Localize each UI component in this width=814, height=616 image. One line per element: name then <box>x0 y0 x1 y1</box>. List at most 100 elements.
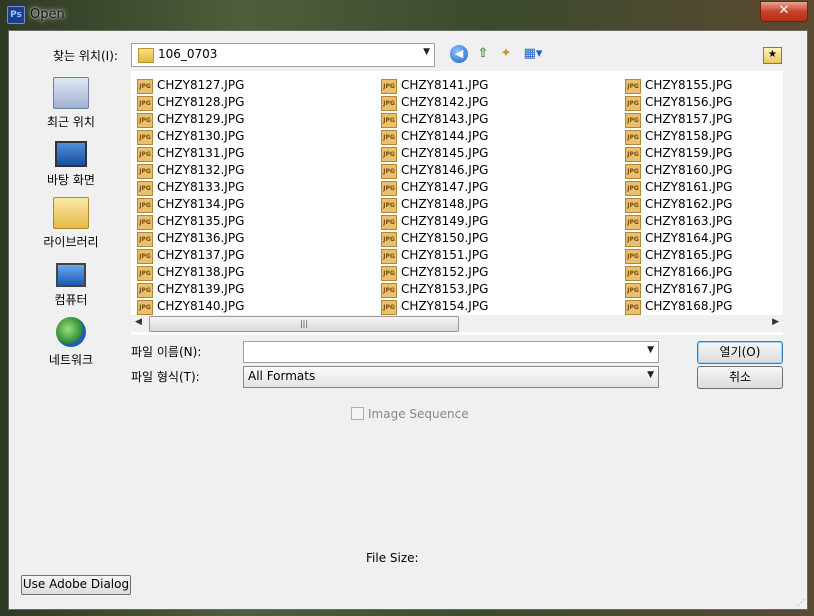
view-menu-icon[interactable]: ▦▾ <box>521 45 545 63</box>
jpg-file-icon: JPG <box>137 96 153 111</box>
jpg-file-icon: JPG <box>625 164 641 179</box>
jpg-file-icon: JPG <box>625 96 641 111</box>
image-sequence-label: Image Sequence <box>368 407 469 421</box>
place-network[interactable]: 네트워크 <box>19 317 123 368</box>
file-name-input[interactable]: ▼ <box>243 341 659 363</box>
file-item[interactable]: JPG CHZY8149.JPG <box>379 213 488 230</box>
file-item[interactable]: JPG CHZY8150.JPG <box>379 230 488 247</box>
file-item[interactable]: JPG CHZY8147.JPG <box>379 179 488 196</box>
horizontal-scrollbar[interactable]: ◀ ||| ▶ <box>131 315 783 332</box>
file-item[interactable]: JPG CHZY8158.JPG <box>623 128 732 145</box>
file-item[interactable]: JPG CHZY8156.JPG <box>623 94 732 111</box>
title-bar[interactable]: Ps Open ✕ <box>0 0 814 30</box>
file-item[interactable]: JPG CHZY8136.JPG <box>135 230 244 247</box>
file-item[interactable]: JPG CHZY8148.JPG <box>379 196 488 213</box>
file-name: CHZY8156.JPG <box>645 95 733 109</box>
file-item[interactable]: JPG CHZY8168.JPG <box>623 298 732 315</box>
place-label: 네트워크 <box>48 353 94 367</box>
chevron-down-icon[interactable]: ▼ <box>423 47 430 57</box>
resize-grip-icon[interactable]: ⋰ <box>797 598 805 607</box>
open-button[interactable]: 열기(O) <box>697 341 783 364</box>
back-icon[interactable]: ◀ <box>450 45 468 63</box>
file-name: CHZY8142.JPG <box>401 95 489 109</box>
file-item[interactable]: JPG CHZY8141.JPG <box>379 77 488 94</box>
file-item[interactable]: JPG CHZY8140.JPG <box>135 298 244 315</box>
place-label: 컴퓨터 <box>54 293 88 307</box>
file-item[interactable]: JPG CHZY8130.JPG <box>135 128 244 145</box>
use-adobe-dialog-button[interactable]: Use Adobe Dialog <box>21 575 131 595</box>
place-desktop[interactable]: 바탕 화면 <box>19 137 123 188</box>
file-item[interactable]: JPG CHZY8127.JPG <box>135 77 244 94</box>
file-item[interactable]: JPG CHZY8134.JPG <box>135 196 244 213</box>
file-item[interactable]: JPG CHZY8151.JPG <box>379 247 488 264</box>
file-item[interactable]: JPG CHZY8154.JPG <box>379 298 488 315</box>
up-folder-icon[interactable]: ⇧ <box>474 45 492 63</box>
jpg-file-icon: JPG <box>625 181 641 196</box>
jpg-file-icon: JPG <box>381 96 397 111</box>
file-item[interactable]: JPG CHZY8166.JPG <box>623 264 732 281</box>
file-name: CHZY8152.JPG <box>401 265 489 279</box>
new-folder-icon[interactable]: ✦ <box>497 45 515 63</box>
adobe-folder-icon[interactable]: ★ <box>763 47 782 64</box>
scroll-thumb[interactable]: ||| <box>149 316 459 332</box>
file-item[interactable]: JPG CHZY8132.JPG <box>135 162 244 179</box>
place-label: 최근 위치 <box>47 115 95 129</box>
file-item[interactable]: JPG CHZY8164.JPG <box>623 230 732 247</box>
file-item[interactable]: JPG CHZY8167.JPG <box>623 281 732 298</box>
jpg-file-icon: JPG <box>381 249 397 264</box>
jpg-file-icon: JPG <box>137 232 153 247</box>
file-name: CHZY8150.JPG <box>401 231 489 245</box>
file-item[interactable]: JPG CHZY8139.JPG <box>135 281 244 298</box>
file-item[interactable]: JPG CHZY8159.JPG <box>623 145 732 162</box>
scroll-right-icon[interactable]: ▶ <box>772 317 779 327</box>
file-item[interactable]: JPG CHZY8161.JPG <box>623 179 732 196</box>
file-item[interactable]: JPG CHZY8138.JPG <box>135 264 244 281</box>
file-item[interactable]: JPG CHZY8146.JPG <box>379 162 488 179</box>
file-name: CHZY8168.JPG <box>645 299 733 313</box>
folder-icon <box>138 48 154 63</box>
file-item[interactable]: JPG CHZY8163.JPG <box>623 213 732 230</box>
file-column-2: JPG CHZY8141.JPG JPG CHZY8142.JPG JPG CHZY814… <box>379 77 488 315</box>
file-item[interactable]: JPG CHZY8160.JPG <box>623 162 732 179</box>
chevron-down-icon[interactable]: ▼ <box>647 345 654 355</box>
file-item[interactable]: JPG CHZY8153.JPG <box>379 281 488 298</box>
file-item[interactable]: JPG CHZY8144.JPG <box>379 128 488 145</box>
file-name: CHZY8158.JPG <box>645 129 733 143</box>
recent-places-icon <box>53 77 89 109</box>
scroll-left-icon[interactable]: ◀ <box>135 317 142 327</box>
file-item[interactable]: JPG CHZY8128.JPG <box>135 94 244 111</box>
place-recent[interactable]: 최근 위치 <box>19 77 123 130</box>
file-type-dropdown[interactable]: All Formats ▼ <box>243 366 659 388</box>
file-item[interactable]: JPG CHZY8162.JPG <box>623 196 732 213</box>
file-item[interactable]: JPG CHZY8129.JPG <box>135 111 244 128</box>
file-item[interactable]: JPG CHZY8155.JPG <box>623 77 732 94</box>
file-item[interactable]: JPG CHZY8165.JPG <box>623 247 732 264</box>
file-item[interactable]: JPG CHZY8142.JPG <box>379 94 488 111</box>
file-column-1: JPG CHZY8127.JPG JPG CHZY8128.JPG JPG CHZY812… <box>135 77 244 315</box>
image-sequence-option: Image Sequence <box>351 407 469 421</box>
file-item[interactable]: JPG CHZY8131.JPG <box>135 145 244 162</box>
file-item[interactable]: JPG CHZY8143.JPG <box>379 111 488 128</box>
jpg-file-icon: JPG <box>137 113 153 128</box>
file-item[interactable]: JPG CHZY8145.JPG <box>379 145 488 162</box>
file-name: CHZY8130.JPG <box>157 129 245 143</box>
file-name: CHZY8146.JPG <box>401 163 489 177</box>
file-item[interactable]: JPG CHZY8137.JPG <box>135 247 244 264</box>
jpg-file-icon: JPG <box>625 283 641 298</box>
chevron-down-icon[interactable]: ▼ <box>647 370 654 380</box>
close-button[interactable]: ✕ <box>760 1 808 22</box>
dialog-client-area: 찾는 위치(I): 106_0703 ▼ ◀ ⇧ ✦ ▦▾ ★ 최근 위치 바탕… <box>8 30 808 610</box>
place-libraries[interactable]: 라이브러리 <box>19 197 123 250</box>
file-item[interactable]: JPG CHZY8133.JPG <box>135 179 244 196</box>
cancel-button[interactable]: 취소 <box>697 366 783 389</box>
jpg-file-icon: JPG <box>137 266 153 281</box>
file-item[interactable]: JPG CHZY8135.JPG <box>135 213 244 230</box>
file-item[interactable]: JPG CHZY8152.JPG <box>379 264 488 281</box>
place-computer[interactable]: 컴퓨터 <box>19 257 123 308</box>
look-in-dropdown[interactable]: 106_0703 ▼ <box>131 43 435 67</box>
file-item[interactable]: JPG CHZY8157.JPG <box>623 111 732 128</box>
jpg-file-icon: JPG <box>625 198 641 213</box>
image-sequence-checkbox[interactable] <box>351 407 364 420</box>
file-list[interactable]: JPG CHZY8127.JPG JPG CHZY8128.JPG JPG CHZY812… <box>131 71 783 335</box>
jpg-file-icon: JPG <box>381 300 397 315</box>
